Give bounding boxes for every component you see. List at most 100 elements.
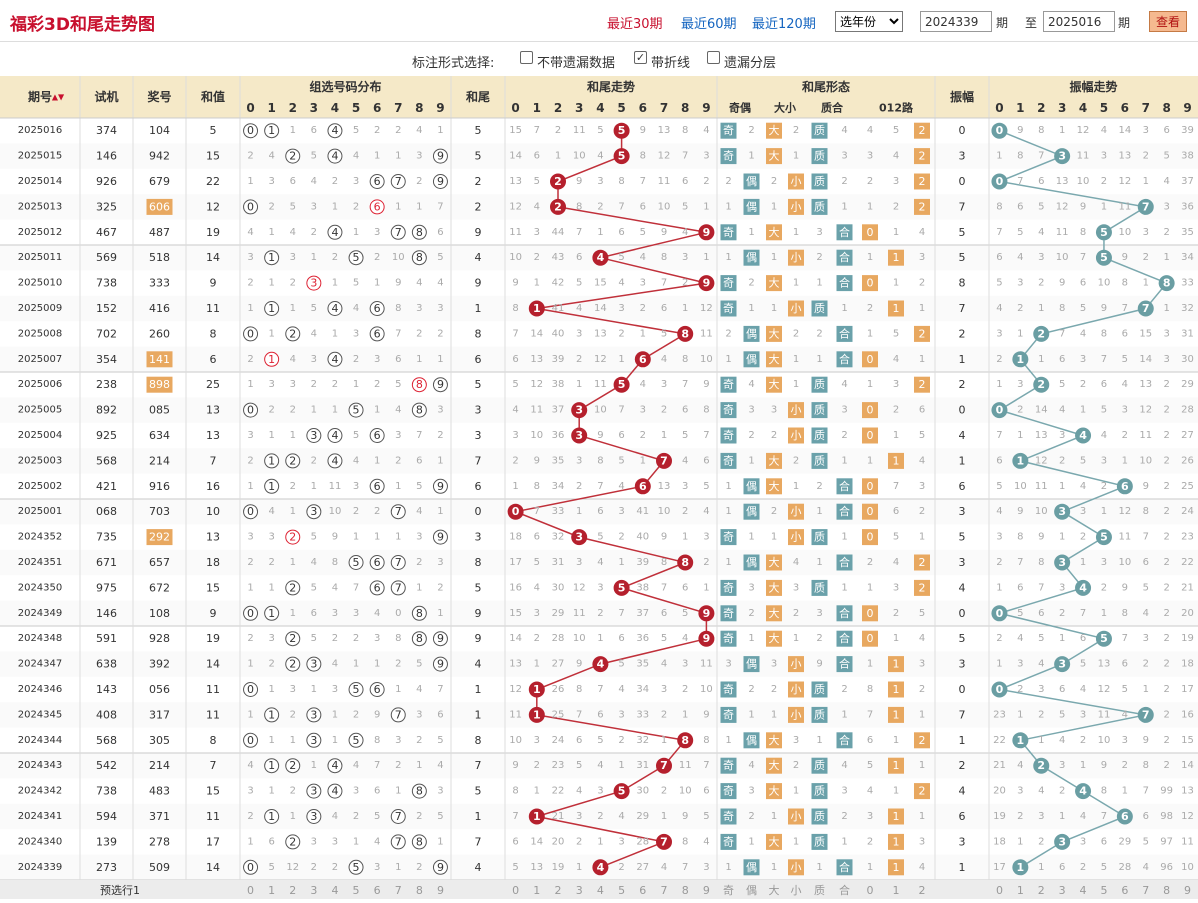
trend-miss: 2 <box>618 862 624 873</box>
trend-miss: 3 <box>597 786 603 797</box>
dist-miss: 6 <box>311 608 317 619</box>
trend-miss: 16 <box>509 582 522 593</box>
dist-miss: 4 <box>247 760 253 771</box>
dist-miss: 2 <box>374 506 380 517</box>
amp-miss: 4 <box>996 506 1002 517</box>
sum-value: 10 <box>206 505 220 518</box>
dist-miss: 3 <box>437 786 443 797</box>
trend-miss: 12 <box>509 684 522 695</box>
dist-miss: 5 <box>353 125 359 136</box>
trend-miss: 4 <box>682 455 688 466</box>
dist-miss: 5 <box>268 862 274 873</box>
recent-60-link[interactable]: 最近60期 <box>681 13 737 32</box>
big-small-block-text: 大 <box>769 352 780 366</box>
amp-miss: 2 <box>1101 582 1107 593</box>
amp-miss: 5 <box>1038 201 1044 212</box>
query-button[interactable]: 查看 <box>1149 11 1187 32</box>
prize-number: 056 <box>149 683 170 696</box>
route-block-text: 2 <box>919 327 926 340</box>
route-miss: 1 <box>893 633 899 644</box>
amplitude-value: 6 <box>959 810 966 823</box>
pc-miss: 2 <box>816 633 822 644</box>
header-ampt: 振幅走势 <box>1069 79 1117 94</box>
recent-120-link[interactable]: 最近120期 <box>752 13 816 32</box>
prime-comp-block-text: 质 <box>814 759 825 772</box>
trend-miss: 8 <box>682 125 688 136</box>
trial-number: 374 <box>96 124 117 137</box>
amp-miss: 3 <box>1101 151 1107 162</box>
dist-miss: 1 <box>247 176 253 187</box>
dist-miss: 3 <box>353 608 359 619</box>
period-from-input[interactable] <box>920 11 992 32</box>
dist-hit-digit: 5 <box>353 251 360 264</box>
oe-miss: 2 <box>748 811 754 822</box>
amp-miss: 12 <box>1098 684 1111 695</box>
oe-miss: 1 <box>725 354 731 365</box>
trend-miss: 6 <box>661 608 667 619</box>
dist-hit-digit: 6 <box>374 556 381 569</box>
route-miss: 1 <box>893 227 899 238</box>
footer-dist-digit: 9 <box>437 884 444 897</box>
layer-checkbox[interactable] <box>707 51 720 64</box>
route-miss: 4 <box>893 151 899 162</box>
pc-miss: 1 <box>841 709 847 720</box>
dist-miss: 2 <box>416 811 422 822</box>
oe-miss: 1 <box>748 227 754 238</box>
header-issue: 期号 <box>28 89 52 104</box>
dist-miss: 3 <box>290 684 296 695</box>
year-select[interactable]: 选年份 <box>835 11 903 32</box>
header-digit: 7 <box>660 101 668 115</box>
trend-miss: 3 <box>597 176 603 187</box>
dist-miss: 5 <box>353 278 359 289</box>
dist-miss: 3 <box>311 201 317 212</box>
sum-value: 13 <box>206 429 220 442</box>
dist-hit-digit: 4 <box>331 785 338 798</box>
route-miss: 2 <box>867 303 873 314</box>
period-to-input[interactable] <box>1043 11 1115 32</box>
amp-miss: 13 <box>1056 176 1069 187</box>
dist-miss: 3 <box>332 836 338 847</box>
recent-30-link[interactable]: 最近30期 <box>607 13 663 32</box>
trend-miss: 4 <box>618 481 624 492</box>
trend-miss: 1 <box>534 278 540 289</box>
tail-value: 3 <box>475 531 482 544</box>
trend-miss: 5 <box>661 328 667 339</box>
footer-trend-digit: 1 <box>533 884 540 897</box>
dist-hit-digit: 2 <box>289 327 296 340</box>
amp-miss: 28 <box>1181 405 1194 416</box>
amp-miss: 11 <box>1035 481 1048 492</box>
trend-miss: 38 <box>552 379 565 390</box>
dist-miss: 4 <box>416 125 422 136</box>
dist-miss: 2 <box>353 709 359 720</box>
trend-miss: 1 <box>682 303 688 314</box>
with-line-checkbox[interactable]: ✓ <box>634 51 647 64</box>
route-block-text: 0 <box>867 480 874 493</box>
no-omission-checkbox[interactable] <box>520 51 533 64</box>
trend-miss: 12 <box>594 354 607 365</box>
dist-miss: 1 <box>416 582 422 593</box>
dist-hit-digit: 8 <box>416 404 423 417</box>
amp-miss: 5 <box>1017 227 1023 238</box>
amp-miss: 8 <box>1101 786 1107 797</box>
trend-miss: 34 <box>636 684 649 695</box>
sum-value: 11 <box>206 302 220 315</box>
amp-miss: 5 <box>1059 709 1065 720</box>
dist-miss: 3 <box>374 354 380 365</box>
amplitude-value: 3 <box>959 150 966 163</box>
dist-miss: 4 <box>353 151 359 162</box>
dist-miss: 1 <box>268 278 274 289</box>
sum-value: 11 <box>206 708 220 721</box>
trend-miss: 40 <box>636 532 649 543</box>
amp-miss: 11 <box>1077 151 1090 162</box>
amp-miss: 35 <box>1181 227 1194 238</box>
dist-hit-digit: 8 <box>416 835 423 848</box>
amp-miss: 22 <box>1181 557 1194 568</box>
dist-hit-digit: 9 <box>437 175 444 188</box>
dist-hit-digit: 3 <box>310 429 317 442</box>
tail-ball-digit: 5 <box>618 378 626 391</box>
dist-miss: 6 <box>395 354 401 365</box>
trend-miss: 22 <box>552 786 565 797</box>
tail-ball-digit: 1 <box>533 810 541 823</box>
footer-form-label: 奇 <box>723 884 734 897</box>
header-dist: 组选号码分布 <box>309 79 381 94</box>
